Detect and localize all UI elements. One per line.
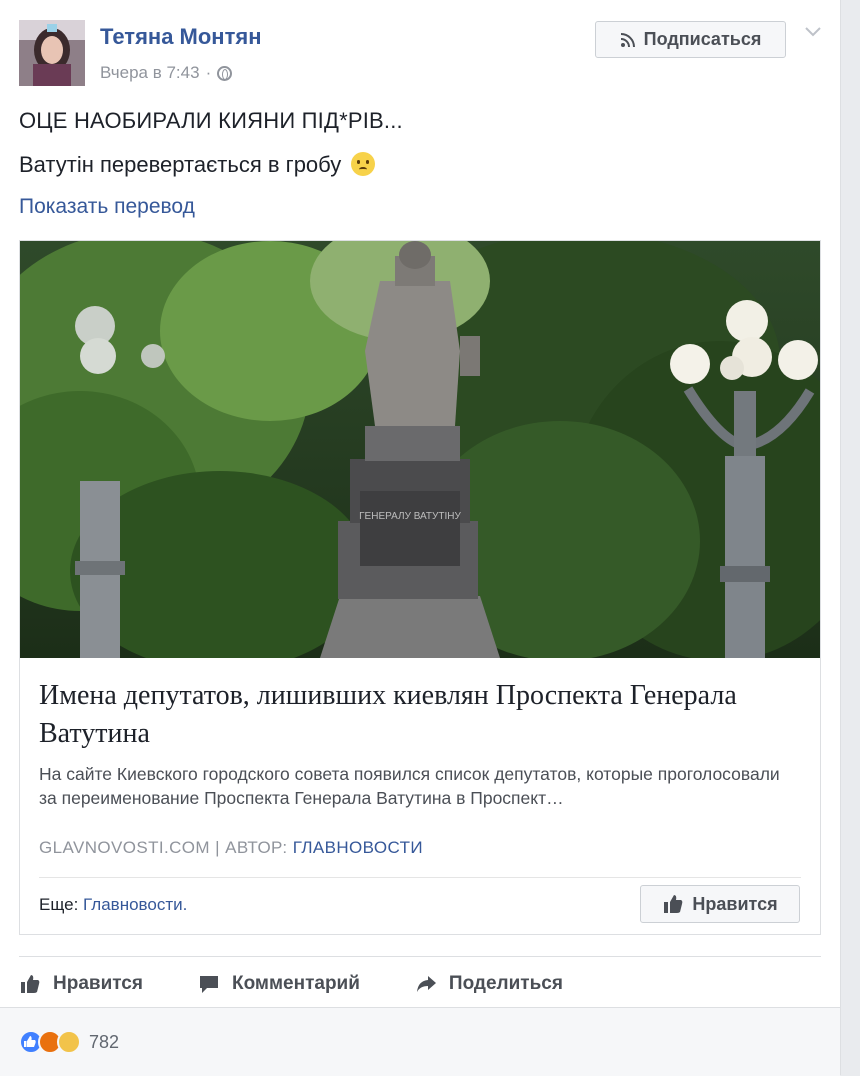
source-author-link[interactable]: ГЛАВНОВОСТИ <box>293 838 423 857</box>
subscribe-label: Подписаться <box>643 29 762 49</box>
card-source: GLAVNOVOSTI.COM | АВТОР: ГЛАВНОВОСТИ <box>39 838 423 858</box>
post-text-line2-label: Ватутін перевертається в гробу <box>19 152 342 177</box>
post-text-line1: ОЦЕ НАОБИРАЛИ КИЯНИ ПІД*РІВ... <box>19 108 403 133</box>
divider <box>39 877 801 878</box>
show-translation-link[interactable]: Показать перевод <box>19 195 195 219</box>
post-card: Тетяна Монтян Вчера в 7:43 · Подписаться… <box>0 0 841 1076</box>
rss-icon <box>620 32 635 47</box>
reactions-bar: 782 <box>0 1007 840 1076</box>
more-from-page: Еще: Главновости. <box>39 895 187 915</box>
globe-icon[interactable] <box>217 65 233 81</box>
thumbs-up-icon <box>664 895 683 913</box>
comment-icon <box>199 976 218 993</box>
page-like-button[interactable]: Нравится <box>640 885 800 923</box>
source-domain: GLAVNOVOSTI.COM <box>39 838 210 857</box>
link-preview-card[interactable]: ГЕНЕРАЛУ ВАТУТІНУ Имена депутатов, лишив… <box>19 240 821 935</box>
more-page-link[interactable]: Главновости. <box>83 895 187 914</box>
subscribe-button[interactable]: Подписаться <box>595 21 786 58</box>
post-actions: Нравится Комментарий Поделиться <box>19 970 618 998</box>
card-description[interactable]: На сайте Киевского городского совета поя… <box>39 762 799 810</box>
like-label: Нравится <box>53 973 143 994</box>
card-title[interactable]: Имена депутатов, лишивших киевлян Проспе… <box>39 677 799 753</box>
avatar[interactable] <box>19 20 85 86</box>
like-button[interactable]: Нравится <box>19 973 143 995</box>
source-separator: | <box>215 838 220 857</box>
share-label: Поделиться <box>448 973 563 994</box>
meta-separator: · <box>205 63 212 82</box>
sad-reaction-icon <box>57 1030 81 1054</box>
post-meta: Вчера в 7:43 · <box>100 63 233 83</box>
source-author-label: АВТОР: <box>225 838 288 857</box>
author-name[interactable]: Тетяна Монтян <box>100 24 262 50</box>
timestamp[interactable]: Вчера в 7:43 <box>100 63 200 83</box>
comment-label: Комментарий <box>231 973 360 994</box>
page-like-label: Нравится <box>692 893 778 914</box>
reaction-count: 782 <box>89 1031 120 1052</box>
thumbs-up-icon <box>21 975 40 993</box>
monument-inscription: ГЕНЕРАЛУ ВАТУТІНУ <box>359 511 461 522</box>
divider <box>19 956 821 957</box>
share-icon <box>416 976 436 992</box>
worried-face-emoji-icon <box>351 152 376 176</box>
reactions-summary[interactable]: 782 <box>19 1030 119 1054</box>
link-preview-image[interactable]: ГЕНЕРАЛУ ВАТУТІНУ <box>20 241 820 658</box>
more-label: Еще: <box>39 895 79 914</box>
post-text-line2: Ватутін перевертається в гробу <box>19 152 376 178</box>
chevron-down-icon[interactable] <box>804 25 822 39</box>
comment-button[interactable]: Комментарий <box>198 973 360 995</box>
share-button[interactable]: Поделиться <box>415 973 563 995</box>
